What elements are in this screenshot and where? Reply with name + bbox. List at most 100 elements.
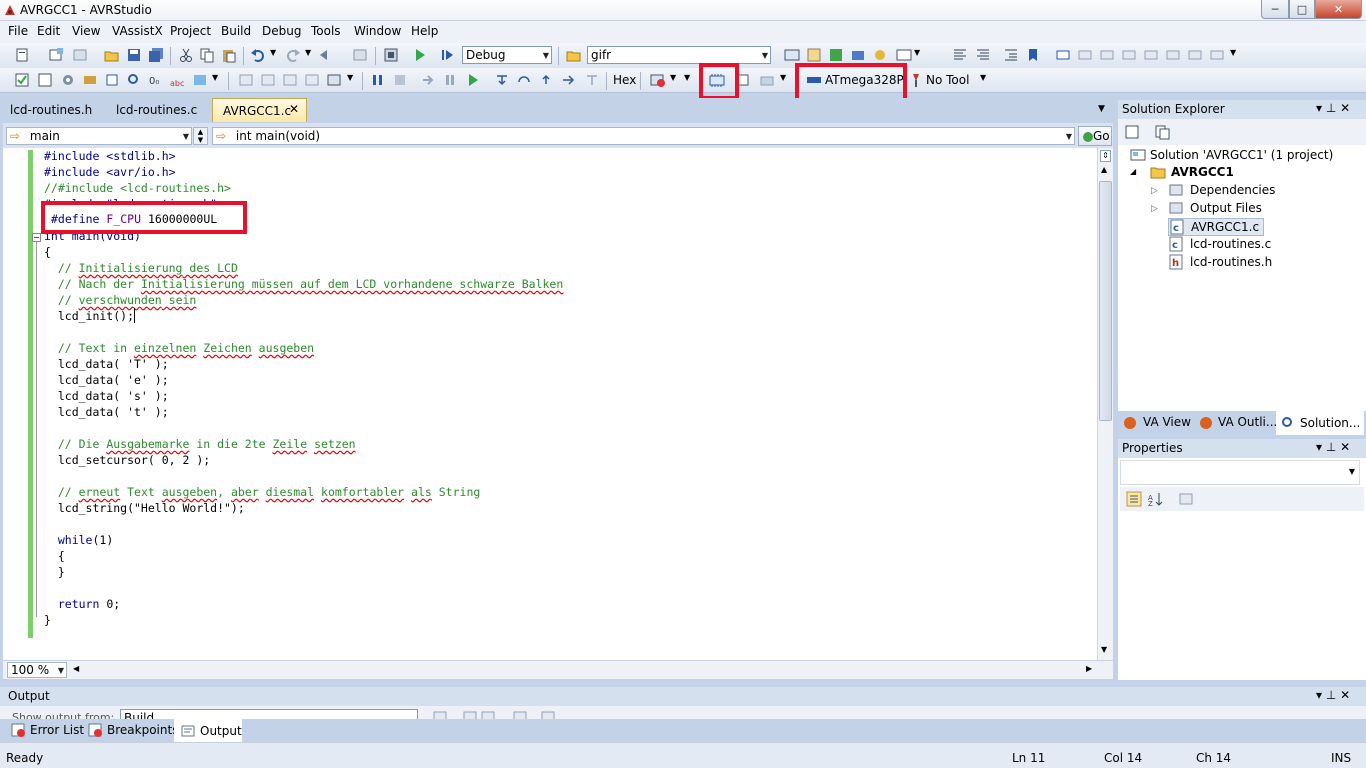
hex-display-toggle[interactable]: Hex [613,73,636,87]
avr-studio-app-icon[interactable] [3,3,17,17]
copy-icon[interactable] [199,47,215,63]
menu-build[interactable]: Build [221,24,251,38]
reset-icon[interactable] [584,72,600,88]
step-out-icon[interactable] [538,72,554,88]
expand-output-files-icon[interactable]: ▷ [1151,204,1158,214]
menu-help[interactable]: Help [411,24,438,38]
clear-bookmarks-icon[interactable] [1165,47,1181,63]
processor-view-icon[interactable] [326,72,342,88]
go-button[interactable]: Go [1078,126,1112,146]
stop-debugging-icon[interactable] [392,72,408,88]
output-next-icon[interactable] [480,710,496,719]
memory-view-icon[interactable] [282,72,298,88]
debug-windows-dropdown-icon[interactable]: ▼ [347,73,353,82]
menu-vassistx[interactable]: VAssistX [112,24,163,38]
scroll-up-icon[interactable]: ▲ [1101,165,1107,174]
code-snippet-icon[interactable] [82,72,98,88]
checklist-icon[interactable] [14,72,30,88]
comment-lines-icon[interactable] [952,47,968,63]
tree-item-lcd-routines-c[interactable]: c lcd-routines.c [1168,236,1271,252]
tree-item-output-files[interactable]: Output Files [1168,200,1262,216]
output-wrap-icon[interactable] [540,710,556,719]
prev-bookmark-icon[interactable] [1077,47,1093,63]
cut-icon[interactable] [178,47,194,63]
find-symbol-icon[interactable] [126,72,142,88]
go-forward-icon[interactable] [260,72,276,88]
paste-icon[interactable] [221,47,237,63]
go-back-icon[interactable] [238,72,254,88]
redo-dropdown-icon[interactable]: ▼ [305,48,311,57]
scope-select[interactable]: ⇨ main ▼ [6,127,192,145]
categorized-icon[interactable] [1126,491,1142,507]
command-window-icon[interactable] [896,47,912,63]
properties-icon[interactable] [1124,124,1140,140]
prev-bookmark-folder-icon[interactable] [1121,47,1137,63]
project-node[interactable]: AVRGCC1 [1150,164,1234,180]
next-bookmark-folder-icon[interactable] [1143,47,1159,63]
collapse-icon[interactable]: − [32,233,41,242]
tab-breakpoints[interactable]: Breakpoints [87,722,178,738]
menu-edit[interactable]: Edit [37,24,60,38]
menu-project[interactable]: Project [170,24,211,38]
undo-dropdown-icon[interactable]: ▼ [270,48,276,57]
output-clear-icon[interactable] [512,710,528,719]
menu-file[interactable]: File [8,24,28,38]
redo-icon[interactable] [285,47,301,63]
find-in-files-icon[interactable] [566,47,582,63]
new-project-icon[interactable] [14,47,30,63]
va-toolbar-dropdown-icon[interactable]: ▼ [212,73,218,82]
undo-icon[interactable] [250,47,266,63]
uncomment-lines-icon[interactable] [975,47,991,63]
scroll-left-icon[interactable]: ◀ [73,664,79,673]
properties-object-select[interactable]: ▼ [1120,460,1360,485]
output-prev-icon[interactable] [462,710,478,719]
save-icon[interactable] [126,47,142,63]
tool-selector[interactable]: No Tool [926,73,969,87]
scroll-down-icon[interactable]: ▼ [1101,645,1107,654]
find-combo[interactable]: gifr ▼ [587,46,771,64]
va-options-icon[interactable] [192,72,208,88]
step-into-icon[interactable] [494,72,510,88]
close-window-button[interactable]: ✕ [1315,0,1362,19]
pause-icon[interactable] [442,72,458,88]
minimize-button[interactable]: ─ [1261,0,1289,19]
tool-selector-dropdown-icon[interactable]: ▼ [980,73,986,82]
scope-spinner[interactable]: ▲ ▼ [193,127,208,145]
break-all-icon[interactable] [370,72,386,88]
scroll-right-icon[interactable]: ▶ [1086,664,1092,673]
next-file-bookmark-icon[interactable] [1209,47,1225,63]
settings-gear-icon[interactable] [60,72,76,88]
solution-explorer-icon[interactable] [784,47,800,63]
zoom-select[interactable]: 100 % ▼ [7,662,67,678]
solution-configuration-select[interactable]: Debug ▼ [462,46,552,64]
next-bookmark-icon[interactable] [1099,47,1115,63]
navigate-forward-icon[interactable] [352,47,368,63]
show-next-statement-icon[interactable] [420,72,436,88]
decrease-indent-icon[interactable] [1003,47,1019,63]
toolbar-options-dropdown-2-icon[interactable]: ▼ [684,73,690,82]
save-all-icon[interactable] [148,47,164,63]
breakpoint-icon[interactable] [650,72,666,88]
tree-item-dependencies[interactable]: Dependencies [1168,182,1275,198]
toolbar-options-dropdown-icon[interactable]: ▼ [914,48,920,57]
output-panel-controls-icon[interactable]: ▾ ⊥ ✕ [1316,688,1350,702]
output-source-select[interactable]: Build [120,709,418,719]
va-members-icon[interactable]: 0₀ [148,72,164,88]
tab-output[interactable]: Output [174,719,242,742]
tab-close-icon[interactable]: ✕ [289,102,299,116]
maximize-button[interactable]: □ [1289,0,1315,19]
continue-icon[interactable] [465,72,481,88]
menu-window[interactable]: Window [354,24,401,38]
bookmark-toolbar-dropdown-icon[interactable]: ▼ [1230,48,1236,57]
task-list-icon[interactable] [37,72,53,88]
menu-view[interactable]: View [72,24,100,38]
breakpoint-dropdown-icon[interactable]: ▼ [670,73,676,82]
properties-panel-controls-icon[interactable]: ▾ ⊥ ✕ [1316,440,1350,454]
open-file-icon[interactable] [104,47,120,63]
step-over-icon[interactable] [516,72,532,88]
member-select[interactable]: ⇨ int main(void) ▼ [212,127,1075,145]
tab-va-outline[interactable]: VA Outli... [1198,414,1277,430]
tab-list-dropdown-icon[interactable]: ▼ [1098,104,1105,114]
bookmark-icon[interactable] [1025,47,1041,63]
expand-project-icon[interactable]: ◢ [1130,167,1136,176]
